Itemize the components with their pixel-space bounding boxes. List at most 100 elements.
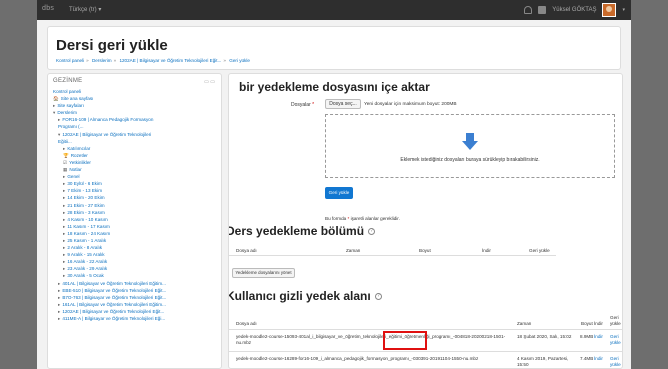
backup-file-name: yedek-moodle2-course-15093-401al_i_bilgi… bbox=[236, 334, 506, 345]
download-link[interactable]: İndir bbox=[594, 334, 603, 339]
required-note-pre: Bu formda bbox=[325, 216, 347, 221]
sidebar-item[interactable]: ▾ 1202AE | Bilgisayar ve Öğretim Teknoloj… bbox=[53, 131, 221, 138]
chat-icon[interactable] bbox=[538, 6, 547, 14]
column-header-size: Boyut bbox=[419, 248, 431, 253]
restore-link[interactable]: Geri bbox=[610, 334, 619, 339]
backup-size: 7.4MB bbox=[580, 356, 594, 361]
avatar[interactable] bbox=[602, 3, 617, 17]
sidebar-item-icon: ▸ bbox=[58, 308, 61, 314]
breadcrumb-restore[interactable]: Geri yükle bbox=[229, 58, 250, 63]
sidebar-item[interactable]: ▸ 11 Kasım - 17 Kasım bbox=[53, 223, 221, 230]
sidebar-item-label: 411ME-A | Bilgisayar ve Öğretim Teknoloj… bbox=[62, 316, 166, 321]
navigation-tree: Kontrol paneli 🏠 Site ana sayfası ▸ Site say… bbox=[53, 88, 221, 322]
sidebar-item[interactable]: ▸ B7O-763 | Bilgisayar ve Öğretim Teknolo… bbox=[53, 294, 221, 301]
sidebar-item[interactable]: Eğitii... bbox=[53, 138, 221, 145]
sidebar-item-icon: ▸ bbox=[58, 287, 61, 293]
sidebar-item[interactable]: ▸ 23 Aralık - 29 Aralık bbox=[53, 265, 221, 272]
sidebar-item[interactable]: ▸ 14 Ekim - 20 Ekim bbox=[53, 194, 221, 201]
bell-icon[interactable] bbox=[524, 6, 533, 14]
sidebar-item[interactable]: ▸ 7 Ekim - 13 Ekim bbox=[53, 187, 221, 194]
sidebar-item-label: 28 Ekim - 3 Kasım bbox=[67, 209, 105, 215]
choose-file-button[interactable]: Dosya seç... bbox=[325, 99, 361, 109]
course-backup-table: Dosya adı Zaman Boyut İndir Geri yükle bbox=[229, 246, 556, 256]
sidebar-item[interactable]: ▸ 30 Aralık - 5 Ocak bbox=[53, 272, 221, 279]
column-header-download: İndir bbox=[594, 321, 603, 326]
sidebar-item[interactable]: ▸ 401AL | Bilgisayar ve Öğretim Teknoloji… bbox=[53, 280, 221, 287]
sidebar-item[interactable]: ▸ 9 Aralık - 15 Aralık bbox=[53, 251, 221, 258]
sidebar-item[interactable]: 🏆 Rozetler bbox=[53, 152, 221, 159]
sidebar-item-icon: ▸ bbox=[63, 237, 66, 243]
required-note-post: işaretli alanlar gereklidir. bbox=[350, 216, 400, 221]
sidebar-item-icon: ▸ bbox=[63, 181, 66, 187]
breadcrumb-course[interactable]: 1202AE | Bilgisayar ve Öğretim Teknoloji… bbox=[119, 58, 221, 63]
restore-link-2[interactable]: yükle bbox=[610, 362, 621, 367]
sidebar-item[interactable]: ▸ 161AL | Bilgisayar ve Öğretim Teknoloji… bbox=[53, 301, 221, 308]
sidebar-item[interactable]: ▸ 28 Ekim - 3 Kasım bbox=[53, 209, 221, 216]
breadcrumb-my-courses[interactable]: Derslerim bbox=[92, 58, 112, 63]
help-icon[interactable]: ? bbox=[374, 293, 382, 301]
sidebar-item-label: Site sayfaları bbox=[57, 103, 84, 109]
page-header: Dersi geri yükle Kontrol paneli» Dersler… bbox=[47, 26, 621, 70]
sidebar-item[interactable]: ▸ 16 Aralık - 22 Aralık bbox=[53, 258, 221, 265]
drop-zone-text: Eklemek istediğiniz dosyaları buraya sür… bbox=[400, 157, 540, 163]
sidebar-item[interactable]: ▸ 30 Eylül - 6 Ekim bbox=[53, 180, 221, 187]
sidebar-item-label: 21 Ekim - 27 Ekim bbox=[67, 202, 105, 208]
sidebar-item[interactable]: ▸ 4 Kasım - 10 Kasım bbox=[53, 216, 221, 223]
breadcrumb: Kontrol paneli» Derslerim» 1202AE | Bilg… bbox=[56, 58, 250, 63]
file-drop-zone[interactable]: Eklemek istediğiniz dosyaları buraya sür… bbox=[325, 114, 615, 178]
sidebar-item-label: FOR16-109 | Almanca Pedagojik Formasyon bbox=[62, 117, 154, 123]
sidebar-item[interactable]: ▸ 25 Kasım - 1 Aralık bbox=[53, 237, 221, 244]
sidebar-item-label: Site ana sayfası bbox=[60, 96, 94, 102]
column-header-download: İndir bbox=[482, 248, 491, 253]
sidebar-item-icon: ▸ bbox=[63, 188, 66, 194]
block-controls-icon[interactable]: ▭ ▭ bbox=[204, 79, 215, 85]
course-backup-heading: Ders yedekleme bölümü? bbox=[229, 224, 376, 238]
sidebar-item-label: EBE-510 | Bilgisayar ve Öğretim Teknoloj… bbox=[62, 287, 167, 293]
sidebar-item-label: 11 Kasım - 17 Kasım bbox=[67, 223, 110, 229]
site-logo[interactable]: dbs bbox=[42, 5, 54, 12]
sidebar-item[interactable]: Kontrol paneli bbox=[53, 88, 221, 95]
sidebar-item-label: Katılımcılar bbox=[67, 145, 91, 151]
sidebar-item[interactable]: ▸ 1202AE | Bilgisayar ve Öğretim Teknoloj… bbox=[53, 308, 221, 315]
sidebar-item[interactable]: ☑ Yetkinlikler bbox=[53, 159, 221, 166]
chevron-down-icon[interactable]: ▾ bbox=[622, 7, 625, 13]
sidebar-item[interactable]: ▸ Site sayfaları bbox=[53, 102, 221, 109]
sidebar-item[interactable]: 🏠 Site ana sayfası bbox=[53, 95, 221, 102]
navigation-block: GEZİNME ▭ ▭ Kontrol paneli 🏠 Site ana sayf… bbox=[47, 73, 222, 369]
language-menu[interactable]: Türkçe (tr) ▾ bbox=[69, 6, 101, 13]
restore-link[interactable]: Geri bbox=[610, 356, 619, 361]
sidebar-item[interactable]: ▸ EBE-510 | Bilgisayar ve Öğretim Teknolo… bbox=[53, 287, 221, 294]
sidebar-item-label: 7 Ekim - 13 Ekim bbox=[67, 188, 103, 194]
help-icon[interactable]: ? bbox=[368, 228, 376, 236]
sidebar-item-icon: ▸ bbox=[58, 294, 61, 300]
download-link[interactable]: İndir bbox=[594, 356, 603, 361]
restore-link-2[interactable]: yükle bbox=[610, 340, 621, 345]
sidebar-item-label: 30 Aralık - 5 Ocak bbox=[67, 273, 104, 279]
sidebar-item-label: 1202AE | Bilgisayar ve Öğretim Teknoloji… bbox=[62, 308, 165, 314]
sidebar-item-icon: ▸ bbox=[63, 223, 66, 229]
sidebar-item[interactable]: ▸ 2 Aralık - 8 Aralık bbox=[53, 244, 221, 251]
sidebar-item[interactable]: ▸ 18 Kasım - 24 Kasım bbox=[53, 230, 221, 237]
sidebar-item-label: 1202AE | Bilgisayar ve Öğretim Teknoloji… bbox=[62, 131, 152, 137]
sidebar-item[interactable]: ▸ Genel bbox=[53, 173, 221, 180]
backup-time-2: 15:50 bbox=[517, 362, 529, 367]
restore-button[interactable]: Geri yükle bbox=[325, 187, 353, 199]
sidebar-item-icon: ▾ bbox=[58, 131, 61, 137]
sidebar-item[interactable]: ▦ Notlar bbox=[53, 166, 221, 173]
breadcrumb-control-panel[interactable]: Kontrol paneli bbox=[56, 58, 84, 63]
sidebar-item-icon: ▸ bbox=[63, 216, 66, 222]
sidebar-item[interactable]: ▸ 411ME-A | Bilgisayar ve Öğretim Teknolo… bbox=[53, 315, 221, 322]
sidebar-item[interactable]: ▸ 21 Ekim - 27 Ekim bbox=[53, 202, 221, 209]
sidebar-item-icon: ▸ bbox=[53, 103, 56, 109]
sidebar-item-label: Yetkinlikler bbox=[69, 159, 91, 165]
sidebar-item-icon: ▸ bbox=[63, 245, 66, 251]
column-header-time: Zaman bbox=[346, 248, 361, 253]
sidebar-item[interactable]: ▸ FOR16-109 | Almanca Pedagojik Formasyon bbox=[53, 116, 221, 123]
sidebar-item[interactable]: ▾ Derslerim bbox=[53, 109, 221, 116]
user-name[interactable]: Yüksel GÖKTAŞ bbox=[552, 7, 596, 13]
table-row: yedek-moodle2-course-16289-for16-109_i_a… bbox=[229, 351, 622, 368]
sidebar-item[interactable]: Programı (... bbox=[53, 123, 221, 130]
sidebar-item[interactable]: ▸ Katılımcılar bbox=[53, 145, 221, 152]
manage-backup-files-button[interactable]: Yedekleme dosyalarını yönet bbox=[232, 268, 295, 278]
sidebar-item-label: 30 Eylül - 6 Ekim bbox=[67, 181, 102, 187]
